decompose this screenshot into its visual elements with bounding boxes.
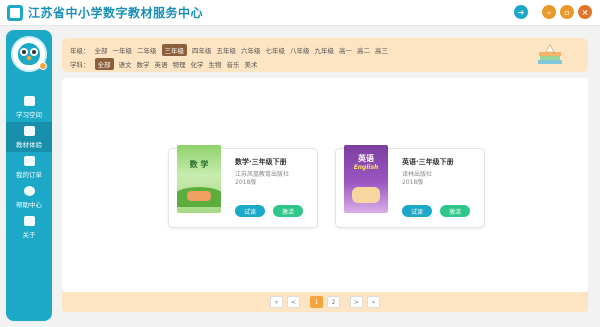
minimize-icon[interactable]: – <box>542 5 556 19</box>
subject-filter: 学科： 全部 语文 数学 英语 物理 化学 生物 音乐 美术 <box>70 58 258 70</box>
app-logo-icon <box>7 4 23 21</box>
window-controls: ➜ – ▫ × <box>514 5 592 19</box>
grade-chip[interactable]: 四年级 <box>192 45 212 55</box>
book-title: 数学·三年级下册 <box>235 158 287 166</box>
notebook-icon <box>23 95 35 106</box>
next-page-button[interactable]: > <box>350 296 363 308</box>
grade-chip[interactable]: 六年级 <box>241 45 261 55</box>
grade-filter: 年级： 全部 一年级 二年级 三年级 四年级 五年级 六年级 七年级 八年级 九… <box>70 44 388 56</box>
sidebar-item-label: 教材体验 <box>16 140 42 149</box>
grade-label: 年级： <box>70 47 90 55</box>
grade-chip[interactable]: 八年级 <box>290 45 310 55</box>
books-decoration-icon <box>538 44 562 64</box>
sidebar: 学习空间 教材体验 我的订单 帮助中心 关于 <box>6 30 52 321</box>
app-title: 江苏省中小学数字教材服务中心 <box>28 6 204 20</box>
book-card-math[interactable]: 数 学 数学·三年级下册 江苏凤凰教育出版社 2018版 试读 激活 <box>168 145 318 228</box>
subject-chip[interactable]: 数学 <box>137 59 150 69</box>
close-icon[interactable]: × <box>578 5 592 19</box>
subject-chip[interactable]: 美术 <box>245 59 258 69</box>
grade-chip[interactable]: 一年级 <box>113 45 133 55</box>
subject-chip[interactable]: 化学 <box>191 59 204 69</box>
title-bar: 江苏省中小学数字教材服务中心 ➜ – ▫ × <box>0 0 600 26</box>
sidebar-item-help[interactable]: 帮助中心 <box>6 182 52 212</box>
filter-bar: 年级： 全部 一年级 二年级 三年级 四年级 五年级 六年级 七年级 八年级 九… <box>62 38 588 72</box>
subject-chip[interactable]: 音乐 <box>227 59 240 69</box>
book-cover-math[interactable]: 数 学 <box>177 145 221 213</box>
subject-chip[interactable]: 英语 <box>155 59 168 69</box>
sidebar-item-about[interactable]: 关于 <box>6 212 52 242</box>
prev-page-button[interactable]: < <box>287 296 300 308</box>
help-icon <box>23 185 35 196</box>
order-icon <box>23 155 35 166</box>
book-edition: 2018版 <box>235 179 257 186</box>
activate-button[interactable]: 激活 <box>273 205 303 217</box>
book-card-english[interactable]: 英语 English 英语·三年级下册 译林出版社 2018版 试读 激活 <box>335 145 485 228</box>
grade-chip[interactable]: 高二 <box>357 45 370 55</box>
first-page-button[interactable]: « <box>270 296 283 308</box>
book-edition: 2018版 <box>402 179 424 186</box>
try-read-button[interactable]: 试读 <box>402 205 432 217</box>
subject-chip[interactable]: 物理 <box>173 59 186 69</box>
grade-chip[interactable]: 七年级 <box>266 45 286 55</box>
last-page-button[interactable]: » <box>367 296 380 308</box>
maximize-icon[interactable]: ▫ <box>560 5 574 19</box>
grade-chip[interactable]: 高三 <box>375 45 388 55</box>
subject-chip[interactable]: 语文 <box>119 59 132 69</box>
subject-chip-selected[interactable]: 全部 <box>94 58 114 70</box>
grade-chip[interactable]: 九年级 <box>315 45 335 55</box>
avatar-badge <box>39 62 47 70</box>
pagination: « < 1 2 > » <box>62 292 588 312</box>
sidebar-item-orders[interactable]: 我的订单 <box>6 152 52 182</box>
page-button-current[interactable]: 1 <box>310 296 323 308</box>
sidebar-item-study[interactable]: 学习空间 <box>6 92 52 122</box>
sidebar-item-label: 帮助中心 <box>16 200 42 209</box>
grade-chip[interactable]: 全部 <box>95 45 108 55</box>
book-title: 英语·三年级下册 <box>402 158 454 166</box>
sidebar-item-textbook-experience[interactable]: 教材体验 <box>6 122 52 152</box>
book-cover-english[interactable]: 英语 English <box>344 145 388 213</box>
sidebar-item-label: 我的订单 <box>16 170 42 179</box>
sidebar-item-label: 关于 <box>22 230 36 239</box>
grade-chip[interactable]: 二年级 <box>137 45 157 55</box>
activate-button[interactable]: 激活 <box>440 205 470 217</box>
book-icon <box>23 125 35 136</box>
grade-chip-selected[interactable]: 三年级 <box>161 44 187 56</box>
subject-chip[interactable]: 生物 <box>209 59 222 69</box>
owl-mascot-icon <box>18 43 40 65</box>
book-list-panel: 数 学 数学·三年级下册 江苏凤凰教育出版社 2018版 试读 激活 英语 En… <box>62 78 588 292</box>
info-icon <box>23 215 35 226</box>
try-read-button[interactable]: 试读 <box>235 205 265 217</box>
subject-label: 学科： <box>70 61 90 69</box>
grade-chip[interactable]: 高一 <box>339 45 352 55</box>
arrow-right-icon[interactable]: ➜ <box>514 5 528 19</box>
sidebar-item-label: 学习空间 <box>16 110 42 119</box>
page-button[interactable]: 2 <box>327 296 340 308</box>
grade-chip[interactable]: 五年级 <box>217 45 237 55</box>
